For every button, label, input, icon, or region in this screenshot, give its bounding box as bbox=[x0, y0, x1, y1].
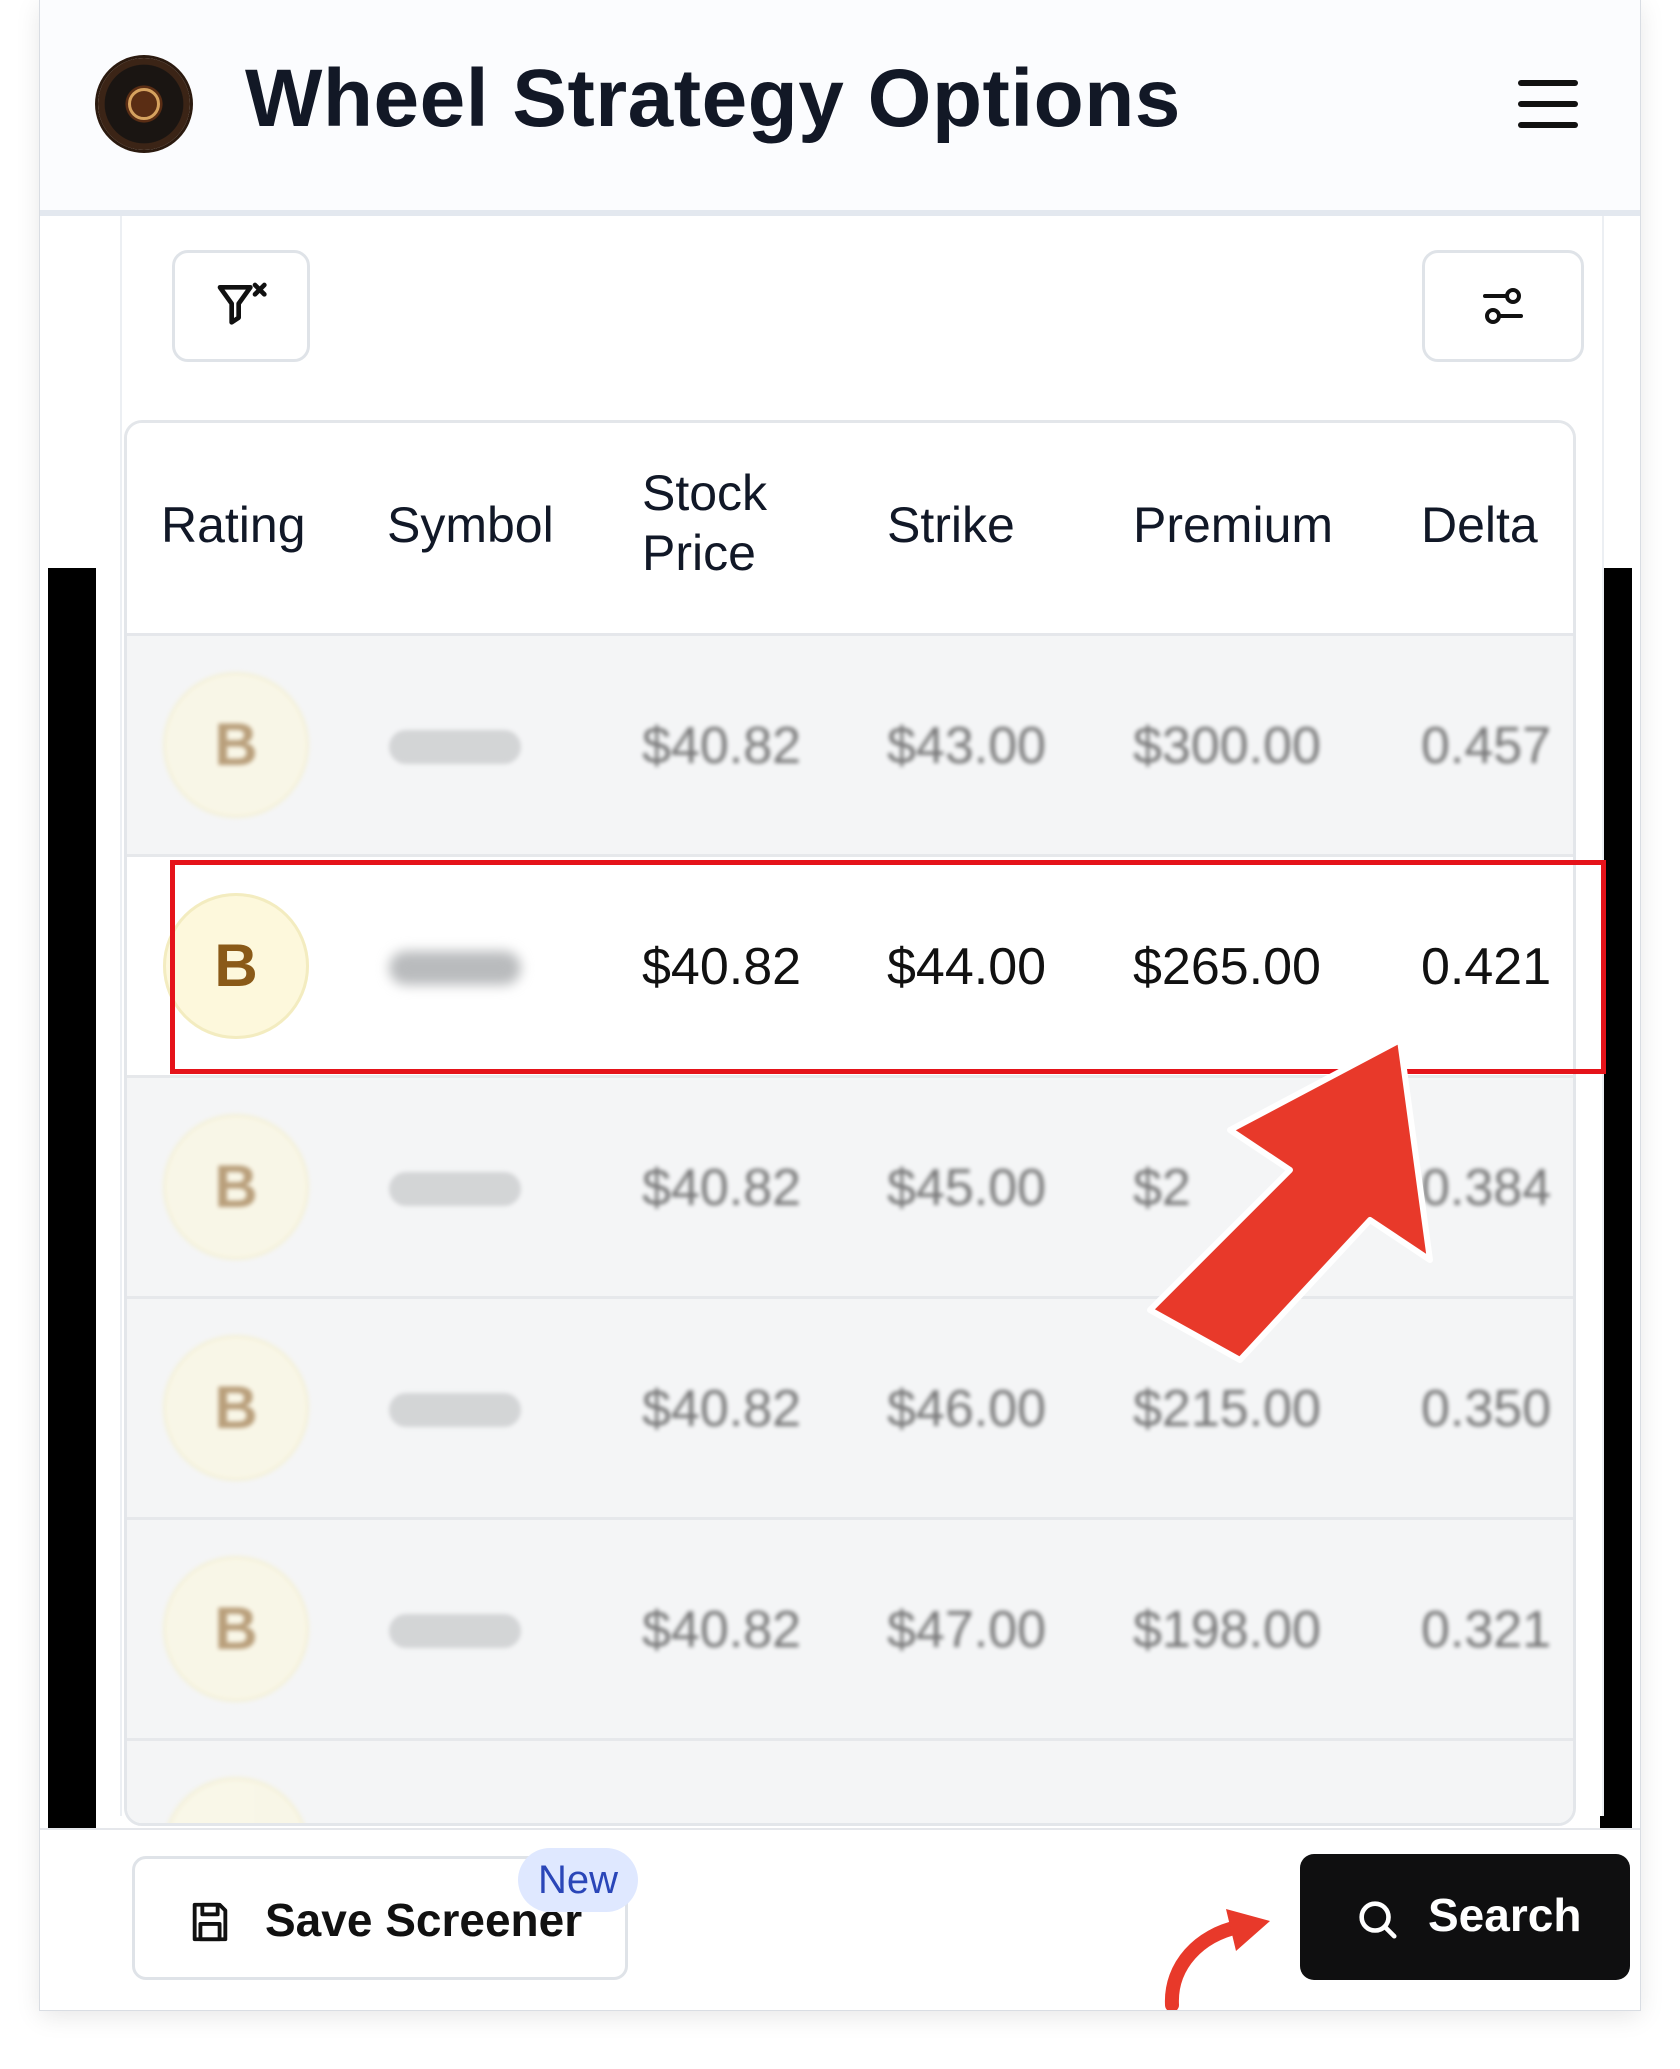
symbol-redacted bbox=[389, 1393, 521, 1427]
column-header-strike[interactable]: Strike bbox=[887, 495, 1015, 555]
delta-cell: 0.421 bbox=[1421, 938, 1552, 996]
menu-icon[interactable] bbox=[1518, 80, 1578, 128]
table-row-partial[interactable] bbox=[127, 1741, 1573, 1823]
pointer-arrow-small-icon bbox=[1164, 1909, 1270, 2010]
symbol-redacted bbox=[389, 730, 521, 764]
strike-cell: $45.00 bbox=[887, 1159, 1047, 1217]
rating-badge: B bbox=[163, 1335, 309, 1481]
column-header-premium[interactable]: Premium bbox=[1133, 495, 1333, 555]
pointer-arrow-icon bbox=[1147, 1037, 1433, 1363]
column-header-stock-price[interactable]: Stock Price bbox=[642, 463, 767, 583]
brand-logo[interactable] bbox=[98, 58, 190, 150]
premium-cell: $215.00 bbox=[1133, 1380, 1321, 1438]
table-header: Rating Symbol Stock Price Strike Premium… bbox=[127, 423, 1573, 636]
search-label: Search bbox=[1428, 1889, 1582, 1941]
column-settings-button[interactable] bbox=[1422, 250, 1584, 362]
delta-cell: 0.350 bbox=[1421, 1380, 1552, 1438]
strike-cell: $44.00 bbox=[887, 938, 1047, 996]
search-button[interactable]: Search bbox=[1300, 1854, 1630, 1980]
filter-clear-icon bbox=[217, 282, 267, 325]
rating-badge: B bbox=[163, 1114, 309, 1260]
symbol-redacted bbox=[389, 1614, 521, 1648]
stock-price-cell: $40.82 bbox=[642, 717, 802, 775]
save-icon bbox=[192, 1902, 228, 1942]
table-row[interactable]: B $40.82 $47.00 $198.00 0.321 bbox=[127, 1520, 1573, 1741]
rating-badge: B bbox=[163, 672, 309, 818]
stock-price-cell: $40.82 bbox=[642, 1601, 802, 1659]
symbol-redacted bbox=[389, 1172, 521, 1206]
backdrop-right bbox=[1600, 568, 1632, 1828]
rating-badge bbox=[163, 1777, 309, 1823]
app-header: Wheel Strategy Options bbox=[40, 0, 1640, 216]
premium-cell: $300.00 bbox=[1133, 717, 1321, 775]
rating-badge: B bbox=[163, 1556, 309, 1702]
stock-price-cell: $40.82 bbox=[642, 1380, 802, 1438]
delta-cell: 0.457 bbox=[1421, 717, 1552, 775]
page-title: Wheel Strategy Options bbox=[245, 53, 1181, 144]
premium-cell: $265.00 bbox=[1133, 938, 1321, 996]
strike-cell: $43.00 bbox=[887, 717, 1047, 775]
delta-cell: 0.321 bbox=[1421, 1601, 1552, 1659]
sliders-icon bbox=[1483, 288, 1523, 324]
stock-price-cell: $40.82 bbox=[642, 938, 802, 996]
clear-filters-button[interactable] bbox=[172, 250, 310, 362]
column-header-symbol[interactable]: Symbol bbox=[387, 495, 554, 555]
strike-cell: $47.00 bbox=[887, 1601, 1047, 1659]
rating-badge: B bbox=[163, 893, 309, 1039]
search-icon bbox=[1359, 1901, 1397, 1939]
column-header-delta[interactable]: Delta bbox=[1421, 495, 1538, 555]
backdrop-left bbox=[48, 568, 96, 1828]
strike-cell: $46.00 bbox=[887, 1380, 1047, 1438]
table-row[interactable]: B $40.82 $43.00 $300.00 0.457 bbox=[127, 636, 1573, 857]
premium-cell: $198.00 bbox=[1133, 1601, 1321, 1659]
app-frame: Wheel Strategy Options Rating Symbol Sto… bbox=[40, 0, 1640, 2010]
symbol-redacted bbox=[389, 951, 521, 985]
stock-price-cell: $40.82 bbox=[642, 1159, 802, 1217]
column-header-rating[interactable]: Rating bbox=[161, 495, 306, 555]
new-badge: New bbox=[518, 1848, 639, 1912]
